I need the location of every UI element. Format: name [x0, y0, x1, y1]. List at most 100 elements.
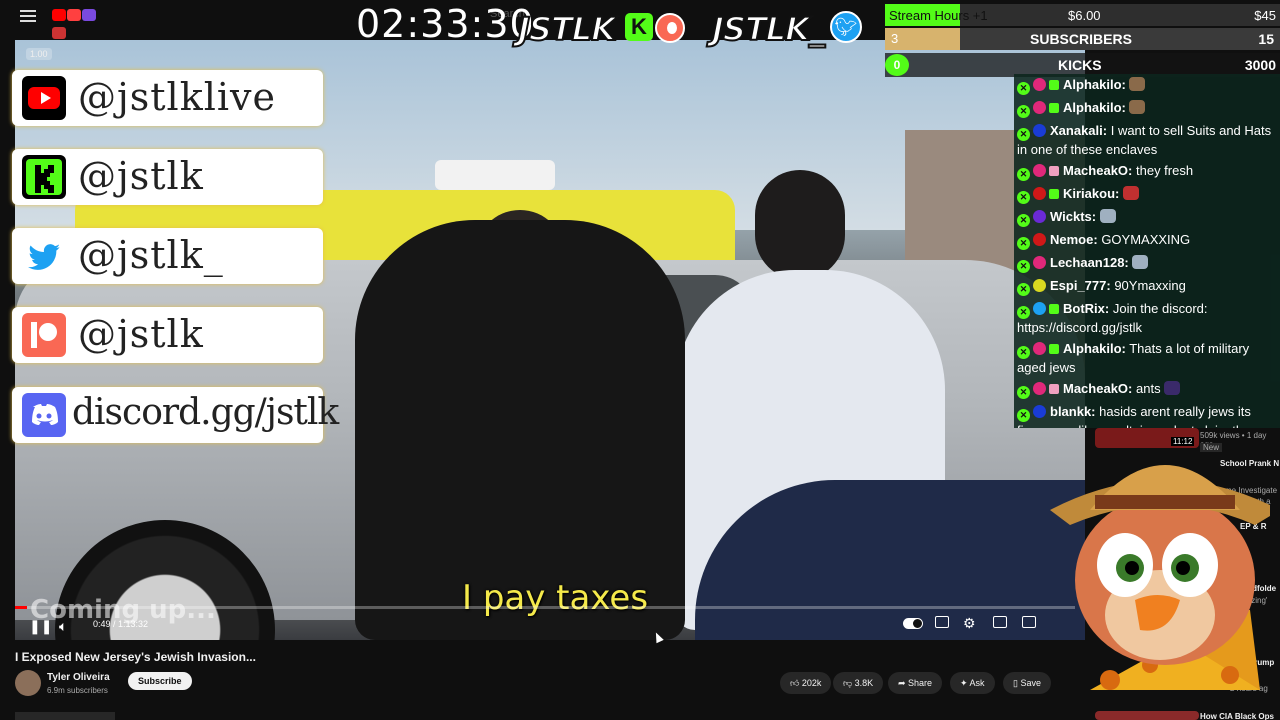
chat-message: ✕ BotRix: Join the discord: https://disco…	[1014, 298, 1280, 338]
kick-x-badge-icon: ✕	[1017, 386, 1030, 399]
save-button[interactable]: ▯ Save	[1003, 672, 1051, 694]
captions-icon[interactable]	[935, 616, 949, 628]
mascot-bird-avatar	[1050, 465, 1270, 690]
kick-icon	[22, 155, 66, 199]
kick-x-badge-icon: ✕	[1017, 346, 1030, 359]
chat-username[interactable]: Alphakilo:	[1063, 77, 1126, 92]
stream-hours-goal: Stream Hours +1 $6.00 $45	[885, 4, 1280, 26]
youtube-logo[interactable]	[52, 8, 110, 39]
video-person-head	[755, 170, 845, 280]
jstlk-logo-twitter: JSTLK_	[711, 9, 826, 49]
emote-icon	[1099, 209, 1116, 223]
emote-icon	[1129, 100, 1146, 114]
user-badge-icon	[1033, 302, 1046, 315]
twitter-icon	[22, 234, 66, 278]
social-twitter: @jstlk_	[12, 228, 323, 284]
kick-logo-icon: K	[625, 13, 653, 41]
kick-x-badge-icon: ✕	[1017, 409, 1030, 422]
ask-button[interactable]: ✦ Ask	[950, 672, 995, 694]
sparkle-icon: ✦	[960, 678, 970, 688]
emote-icon	[1132, 255, 1149, 269]
chat-message: ✕ Alphakilo:	[1014, 97, 1280, 120]
user-badge-icon	[1033, 233, 1046, 246]
pause-icon[interactable]: ❚❚	[29, 618, 52, 635]
twitter-logo-icon: 🐦︎	[830, 11, 862, 43]
jstlk-logo: JSTLK	[517, 9, 617, 49]
user-badge-icon	[1033, 124, 1046, 137]
kick-x-badge-icon: ✕	[1017, 82, 1030, 95]
subscriber-badge-icon	[1049, 103, 1059, 113]
chat-username[interactable]: Nemoe:	[1050, 232, 1098, 247]
chat-username[interactable]: MacheakO:	[1063, 381, 1132, 396]
volume-icon[interactable]: 🔈︎	[59, 618, 67, 635]
goal-target: 3000	[1244, 57, 1276, 73]
chat-username[interactable]: Alphakilo:	[1063, 100, 1126, 115]
channel-name[interactable]: Tyler Oliveira	[47, 672, 110, 683]
chat-username[interactable]: BotRix:	[1063, 301, 1109, 316]
social-patreon: @jstlk	[12, 307, 323, 363]
chat-username[interactable]: Xanakali:	[1050, 123, 1107, 138]
chat-username[interactable]: Lechaan128:	[1050, 255, 1129, 270]
rec-thumbnail[interactable]	[1095, 711, 1199, 720]
like-button[interactable]: 👍︎ 202k	[780, 672, 832, 694]
chat-message: ✕blankk: hasids arent really jews its fi…	[1014, 401, 1280, 428]
social-handle: @jstlk	[78, 154, 204, 198]
channel-avatar[interactable]	[15, 670, 41, 696]
user-badge-icon	[1033, 187, 1046, 200]
chat-username[interactable]: Alphakilo:	[1063, 341, 1126, 356]
chat-message: ✕ Espi_777: 90Ymaxxing	[1014, 275, 1280, 298]
kick-x-badge-icon: ✕	[1017, 283, 1030, 296]
user-badge-icon	[1033, 101, 1046, 114]
chat-username[interactable]: Kiriakou:	[1063, 186, 1119, 201]
youtube-icon	[22, 76, 66, 120]
chat-text: 90Ymaxxing	[1114, 278, 1186, 293]
subscriber-badge-icon	[1049, 304, 1059, 314]
kick-x-badge-icon: ✕	[1017, 105, 1030, 118]
social-youtube: @jstlklive	[12, 70, 323, 126]
chat-message: ✕ Nemoe: GOYMAXXING	[1014, 229, 1280, 252]
autoplay-toggle[interactable]	[903, 618, 923, 629]
emote-icon	[1164, 381, 1181, 395]
stream-screen: Search 1.00 Coming up... I pay taxes ❚❚ …	[0, 0, 1280, 720]
subscribe-button[interactable]: Subscribe	[128, 672, 192, 690]
subscribers-goal: 3 SUBSCRIBERS 15	[885, 28, 1280, 50]
social-discord: discord.gg/jstlk	[12, 387, 339, 443]
chat-message: ✕ Wickts:	[1014, 206, 1280, 229]
description-preview	[15, 712, 115, 720]
chat-message: ✕ Alphakilo:	[1014, 74, 1280, 97]
subscriber-badge-icon	[1049, 189, 1059, 199]
user-badge-icon	[1033, 256, 1046, 269]
goals-panel: Stream Hours +1 $6.00 $45 3 SUBSCRIBERS …	[885, 2, 1280, 77]
chat-text: they fresh	[1136, 163, 1194, 178]
subscriber-badge-icon	[1049, 80, 1059, 90]
chat-message: ✕ Alphakilo: Thats a lot of military aged…	[1014, 338, 1280, 378]
patreon-icon	[22, 313, 66, 357]
menu-icon[interactable]	[20, 10, 36, 22]
subscriber-badge-icon	[1049, 344, 1059, 354]
chat-text: GOYMAXXING	[1101, 232, 1191, 247]
goal-label: Stream Hours +1	[889, 8, 988, 23]
playback-speed-badge: 1.00	[26, 48, 52, 60]
chat-message: ✕ Lechaan128:	[1014, 252, 1280, 275]
user-badge-icon	[1033, 342, 1046, 355]
like-count: 202k	[801, 678, 822, 688]
dislike-button[interactable]: 👎︎ 3.8K	[833, 672, 884, 694]
chat-username[interactable]: Wickts:	[1050, 209, 1096, 224]
user-badge-icon	[1033, 164, 1046, 177]
kick-x-badge-icon: ✕	[1017, 260, 1030, 273]
share-button[interactable]: ➦ Share	[888, 672, 943, 694]
goal-label: SUBSCRIBERS	[1030, 31, 1132, 47]
share-icon: ➦	[898, 678, 909, 688]
rec-title[interactable]: How CIA Black Ops	[1200, 712, 1274, 720]
chat-username[interactable]: blankk:	[1050, 404, 1096, 419]
settings-gear-icon[interactable]: ⚙︎	[963, 615, 976, 632]
chat-username[interactable]: MacheakO:	[1063, 163, 1132, 178]
goal-target: 15	[1258, 31, 1274, 47]
goal-current: 3	[891, 31, 899, 46]
kick-x-badge-icon: ✕	[1017, 168, 1030, 181]
miniplayer-icon[interactable]	[993, 616, 1007, 628]
user-badge-icon	[1033, 78, 1046, 91]
chat-username[interactable]: Espi_777:	[1050, 278, 1111, 293]
video-truck-rack	[435, 160, 555, 190]
kick-x-badge-icon: ✕	[1017, 128, 1030, 141]
